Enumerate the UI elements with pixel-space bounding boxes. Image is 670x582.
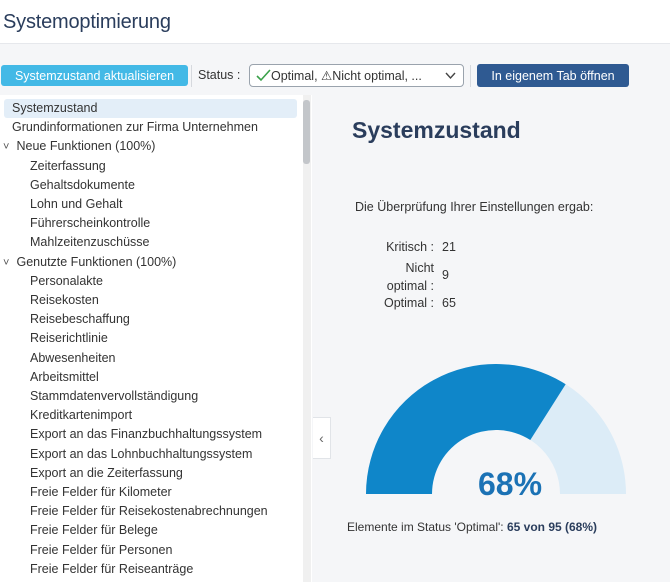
- stat-value-not-optimal: 9: [442, 268, 449, 282]
- tree-item[interactable]: Systemzustand: [4, 99, 297, 118]
- tree-item-label: Führerscheinkontrolle: [30, 216, 151, 231]
- tree-item-label: Arbeitsmittel: [30, 369, 99, 384]
- tree-item-label: Export an das Lohnbuchhaltungssystem: [30, 446, 253, 461]
- sidebar-tree: Systemzustand Grundinformationen zur Firm…: [0, 95, 312, 582]
- stat-label-critical: Kritisch :: [386, 240, 434, 254]
- tree-item-label: Grundinformationen zur Firma Unternehmen: [12, 120, 258, 135]
- tree-item[interactable]: Gehaltsdokumente: [30, 176, 135, 195]
- open-in-tab-button[interactable]: In eigenem Tab öffnen: [477, 64, 629, 87]
- tree-item[interactable]: Freie Felder für Reisekostenabrechnungen: [30, 502, 268, 521]
- chevron-down-icon[interactable]: ˅: [3, 254, 13, 273]
- section-title: Systemzustand: [352, 117, 521, 143]
- tree-item[interactable]: Freie Felder für Reiseanträge: [30, 560, 193, 579]
- sidebar-scrollbar-thumb[interactable]: [303, 100, 310, 164]
- tree-item-label: Export an das Finanzbuchhaltungssystem: [30, 427, 263, 442]
- gauge-percent: 68%: [477, 466, 543, 502]
- status-filter-select[interactable]: Optimal, ⚠Nicht optimal, ...: [249, 64, 464, 87]
- tree-item[interactable]: Mahlzeitenzuschüsse: [30, 233, 150, 252]
- tree-item[interactable]: Export an das Finanzbuchhaltungssystem: [30, 425, 262, 444]
- tree-item-label: Systemzustand: [12, 101, 98, 115]
- tree-item[interactable]: Arbeitsmittel: [30, 368, 99, 387]
- collapse-sidebar-button[interactable]: ‹: [313, 417, 331, 459]
- tree-item[interactable]: Freie Felder für Kilometer: [30, 483, 172, 502]
- page-header: Systemoptimierung: [0, 0, 670, 44]
- tree-item-label: Genutzte Funktionen (100%): [16, 254, 177, 269]
- tree-item-label: Freie Felder für Belege: [30, 523, 158, 538]
- tree-item-label: Freie Felder für Kilometer: [30, 485, 172, 499]
- intro-text: Die Überprüfung Ihrer Einstellungen erga…: [355, 200, 594, 214]
- tree-item[interactable]: Lohn und Gehalt: [30, 195, 122, 214]
- tree-item-label: Kreditkartenimport: [30, 408, 133, 423]
- tree-item-label: Mahlzeitenzuschüsse: [30, 235, 150, 250]
- tree-item[interactable]: Export an die Zeiterfassung: [30, 464, 183, 483]
- toolbar-divider: [470, 65, 471, 87]
- tree-item-label: Freie Felder für Personen: [30, 542, 173, 557]
- optimal-summary: Elemente im Status 'Optimal': 65 von 95 …: [347, 520, 598, 534]
- tree-item[interactable]: Stammdatenvervollständigung: [30, 387, 198, 406]
- stat-value-critical: 21: [442, 240, 456, 254]
- tree-item[interactable]: Grundinformationen zur Firma Unternehmen: [12, 118, 258, 137]
- tree-item-label: Personalakte: [30, 273, 103, 288]
- tree-item[interactable]: Reiserichtlinie: [30, 329, 108, 348]
- tree-group[interactable]: ˅ Neue Funktionen (100%): [3, 137, 155, 156]
- tree-item[interactable]: Reisekosten: [30, 291, 99, 310]
- tree-item[interactable]: Kreditkartenimport: [30, 406, 132, 425]
- tree-item-label: Neue Funktionen (100%): [16, 139, 156, 154]
- tree-item[interactable]: Reisebeschaffung: [30, 310, 130, 329]
- tree-item-label: Freie Felder für Reiseanträge: [30, 561, 194, 576]
- tree-item-label: Export an die Zeiterfassung: [30, 465, 183, 480]
- tree-item[interactable]: Abwesenheiten: [30, 349, 115, 368]
- chevron-down-icon[interactable]: ˅: [3, 138, 13, 157]
- tree-item-label: Stammdatenvervollständigung: [30, 389, 199, 403]
- tree-item-label: Lohn und Gehalt: [30, 197, 123, 211]
- tree-item-label: Abwesenheiten: [30, 350, 116, 365]
- sidebar-scrollbar[interactable]: [303, 95, 311, 582]
- toolbar: Systemzustand aktualisieren Status : Opt…: [0, 58, 670, 92]
- tree-item[interactable]: Führerscheinkontrolle: [30, 214, 150, 233]
- tree-item-label: Reiserichtlinie: [30, 331, 108, 346]
- tree-item-label: Reisebeschaffung: [30, 312, 130, 327]
- tree-item-label: Zeiterfassung: [30, 158, 106, 173]
- tree-item[interactable]: Freie Felder für Personen: [30, 541, 172, 560]
- tree-item-label: Gehaltsdokumente: [30, 177, 135, 192]
- tree-item-label: Freie Felder für Reisekostenabrechnungen: [30, 504, 268, 519]
- chevron-down-icon: [445, 72, 456, 80]
- check-icon: [256, 69, 271, 82]
- stat-value-optimal: 65: [442, 296, 456, 310]
- stat-label-not-optimal: Nicht optimal :: [386, 261, 434, 293]
- refresh-status-button[interactable]: Systemzustand aktualisieren: [1, 65, 188, 86]
- tree-item[interactable]: Personalakte: [30, 272, 103, 291]
- page-title: Systemoptimierung: [3, 11, 171, 33]
- toolbar-divider: [191, 65, 192, 87]
- tree-item[interactable]: Freie Felder für Belege: [30, 521, 158, 540]
- stat-label-optimal: Optimal :: [383, 296, 434, 310]
- status-filter-value: Optimal, ⚠Nicht optimal, ...: [271, 69, 422, 83]
- tree-item[interactable]: Export an das Lohnbuchhaltungssystem: [30, 445, 252, 464]
- tree-item[interactable]: Zeiterfassung: [30, 157, 106, 176]
- optimal-summary-value: 65 von 95 (68%): [506, 520, 598, 534]
- status-label: Status :: [198, 68, 241, 82]
- tree-item-label: Reisekosten: [30, 293, 99, 307]
- tree-group[interactable]: ˅ Genutzte Funktionen (100%): [3, 253, 176, 272]
- chevron-left-icon: ‹: [319, 430, 324, 446]
